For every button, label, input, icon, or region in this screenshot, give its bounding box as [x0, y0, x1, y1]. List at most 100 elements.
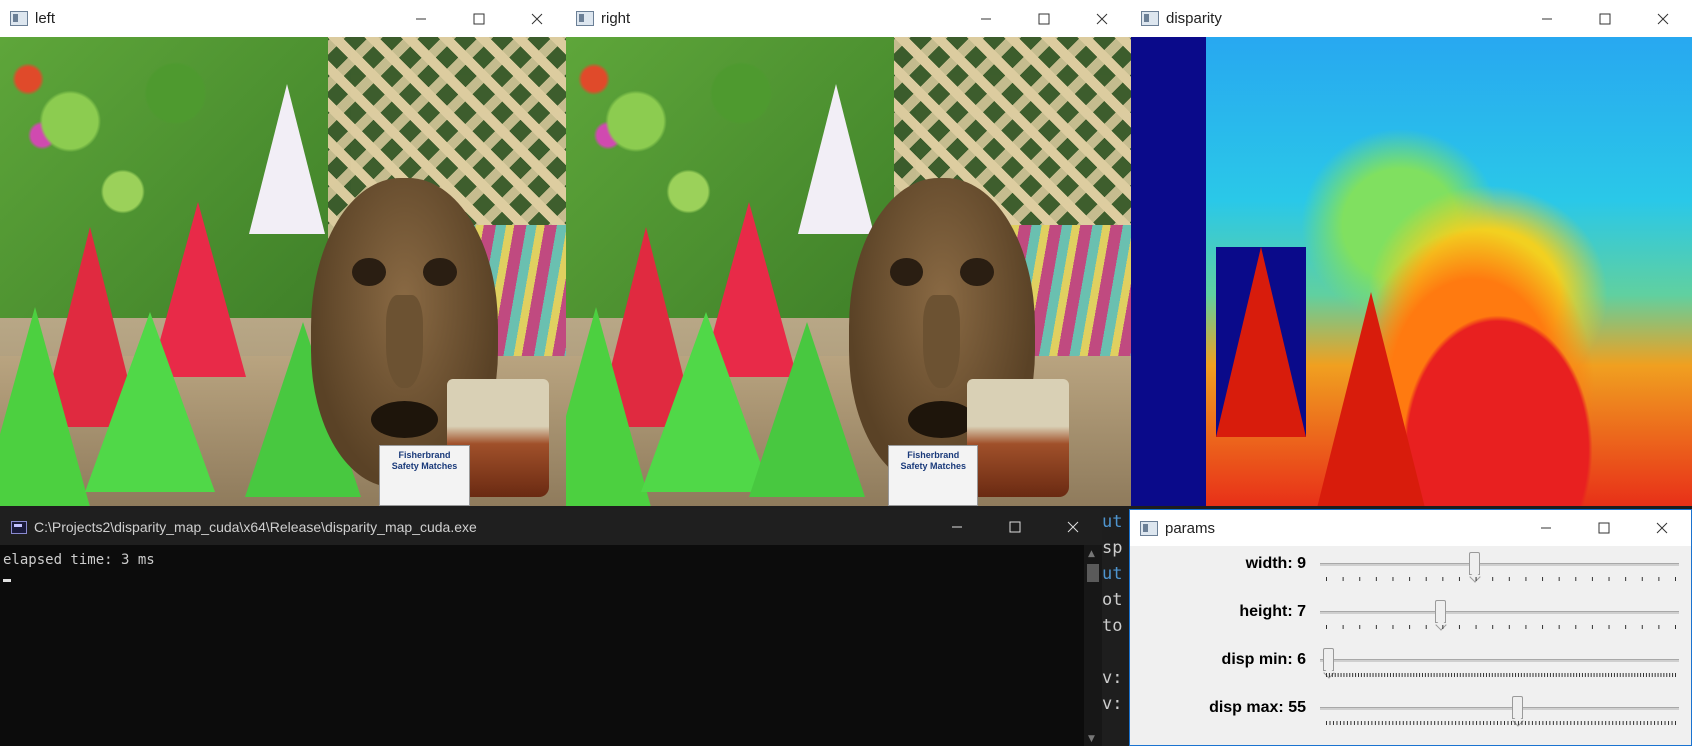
- params-trackbars: width: 9 height: 7 disp min: 6 disp max:…: [1130, 547, 1691, 745]
- maximize-button[interactable]: [1576, 0, 1634, 37]
- disparity-window-title: disparity: [1166, 10, 1222, 27]
- trackbar-ticks: [1326, 625, 1676, 629]
- party-hat: [249, 83, 326, 234]
- green-cone: [566, 307, 651, 506]
- params-titlebar[interactable]: params: [1130, 510, 1691, 546]
- trackbar-thumb[interactable]: [1512, 696, 1524, 719]
- background-editor-fragment: ut sp ut ot to v: v:: [1102, 509, 1129, 746]
- disparity-titlebar[interactable]: disparity: [1131, 0, 1692, 37]
- window-app-icon: [576, 11, 594, 26]
- minimize-icon: [1541, 527, 1551, 529]
- disparity-window[interactable]: disparity: [1131, 0, 1692, 506]
- trackbar-width[interactable]: width: 9: [1130, 547, 1691, 595]
- trackbar-label: width: 9: [1245, 555, 1306, 572]
- minimize-button[interactable]: [1518, 0, 1576, 37]
- left-window[interactable]: left Fisherbrand Safety Matches: [0, 0, 566, 506]
- params-window-title: params: [1165, 519, 1216, 537]
- console-window-title: C:\Projects2\disparity_map_cuda\x64\Rele…: [34, 519, 477, 535]
- trackbar-height[interactable]: height: 7: [1130, 595, 1691, 643]
- minimize-icon: [952, 526, 962, 528]
- right-titlebar[interactable]: right: [566, 0, 1131, 37]
- party-hat: [797, 83, 874, 234]
- trackbar-thumb[interactable]: [1323, 648, 1335, 671]
- minimize-icon: [416, 18, 426, 19]
- matchbox: Fisherbrand Safety Matches: [379, 445, 470, 506]
- trackbar-ticks: [1326, 673, 1676, 677]
- close-button[interactable]: [1073, 0, 1131, 37]
- maximize-icon: [1598, 522, 1610, 534]
- stereo-scene: Fisherbrand Safety Matches: [566, 37, 1131, 506]
- trackbar-disp-max[interactable]: disp max: 55: [1130, 691, 1691, 739]
- editor-line-fragment: ut: [1102, 564, 1123, 584]
- close-button[interactable]: [1634, 0, 1692, 37]
- maximize-icon: [1599, 13, 1611, 24]
- left-image: Fisherbrand Safety Matches: [0, 37, 566, 506]
- text-cursor: [3, 579, 11, 582]
- console-scrollbar[interactable]: ▲ ▼: [1084, 545, 1102, 746]
- minimize-button[interactable]: [928, 509, 986, 545]
- right-window-title: right: [601, 10, 631, 27]
- ceramic-cup: [967, 379, 1069, 497]
- maximize-icon: [473, 13, 485, 24]
- maximize-icon: [1038, 13, 1050, 24]
- minimize-icon: [981, 18, 991, 19]
- editor-line-fragment: v:: [1102, 668, 1123, 688]
- maximize-button[interactable]: [1015, 0, 1073, 37]
- scroll-up-icon[interactable]: ▲: [1088, 549, 1095, 559]
- maximize-button[interactable]: [450, 0, 508, 37]
- minimize-button[interactable]: [957, 0, 1015, 37]
- trackbar-track[interactable]: [1320, 611, 1679, 614]
- right-window[interactable]: right Fisherbrand Safety Matches: [566, 0, 1131, 506]
- trackbar-thumb[interactable]: [1468, 552, 1480, 575]
- editor-line-fragment: ut: [1102, 512, 1123, 532]
- editor-line-fragment: v:: [1102, 694, 1123, 714]
- minimize-button[interactable]: [392, 0, 450, 37]
- scroll-down-icon[interactable]: ▼: [1088, 734, 1095, 744]
- minimize-button[interactable]: [1517, 510, 1575, 546]
- close-icon: [1657, 13, 1669, 24]
- right-image: Fisherbrand Safety Matches: [566, 37, 1131, 506]
- trackbar-thumb[interactable]: [1434, 600, 1446, 623]
- trackbar-track[interactable]: [1320, 563, 1679, 566]
- maximize-icon: [1009, 521, 1021, 533]
- green-cone: [0, 307, 90, 506]
- left-window-title: left: [35, 10, 56, 27]
- left-titlebar[interactable]: left: [0, 0, 566, 37]
- trackbar-track[interactable]: [1320, 659, 1679, 662]
- params-window[interactable]: params width: 9 height: 7 disp min: 6 di…: [1129, 509, 1692, 746]
- close-icon: [531, 13, 543, 24]
- maximize-button[interactable]: [1575, 510, 1633, 546]
- close-icon: [1067, 521, 1079, 533]
- matchbox: Fisherbrand Safety Matches: [888, 445, 979, 506]
- near-cone-region: [1216, 247, 1306, 437]
- green-cone: [749, 322, 865, 497]
- console-window[interactable]: C:\Projects2\disparity_map_cuda\x64\Rele…: [0, 509, 1102, 746]
- trackbar-ticks: [1326, 721, 1676, 725]
- close-button[interactable]: [1633, 510, 1691, 546]
- disparity-map: [1131, 37, 1692, 506]
- editor-line-fragment: ot: [1102, 590, 1123, 610]
- close-button[interactable]: [1044, 509, 1102, 545]
- maximize-button[interactable]: [986, 509, 1044, 545]
- window-app-icon: [10, 11, 28, 26]
- trackbar-disp-min[interactable]: disp min: 6: [1130, 643, 1691, 691]
- window-app-icon: [1141, 11, 1159, 26]
- close-button[interactable]: [508, 0, 566, 37]
- console-titlebar[interactable]: C:\Projects2\disparity_map_cuda\x64\Rele…: [0, 509, 1102, 545]
- minimize-icon: [1542, 18, 1552, 19]
- disparity-map-image: [1131, 37, 1692, 506]
- near-cone-region: [1316, 292, 1426, 506]
- scrollbar-thumb[interactable]: [1087, 564, 1099, 582]
- trackbar-ticks: [1326, 577, 1676, 581]
- editor-line-fragment: [1102, 639, 1129, 665]
- window-app-icon: [1140, 520, 1158, 536]
- stereo-scene: Fisherbrand Safety Matches: [0, 37, 566, 506]
- trackbar-label: disp min: 6: [1221, 651, 1306, 668]
- editor-line-fragment: to: [1102, 616, 1123, 636]
- green-cone: [85, 312, 215, 492]
- close-icon: [1656, 522, 1668, 534]
- close-icon: [1096, 13, 1108, 24]
- trackbar-label: disp max: 55: [1209, 699, 1306, 716]
- trackbar-track[interactable]: [1320, 707, 1679, 710]
- editor-line-fragment: sp: [1102, 538, 1123, 558]
